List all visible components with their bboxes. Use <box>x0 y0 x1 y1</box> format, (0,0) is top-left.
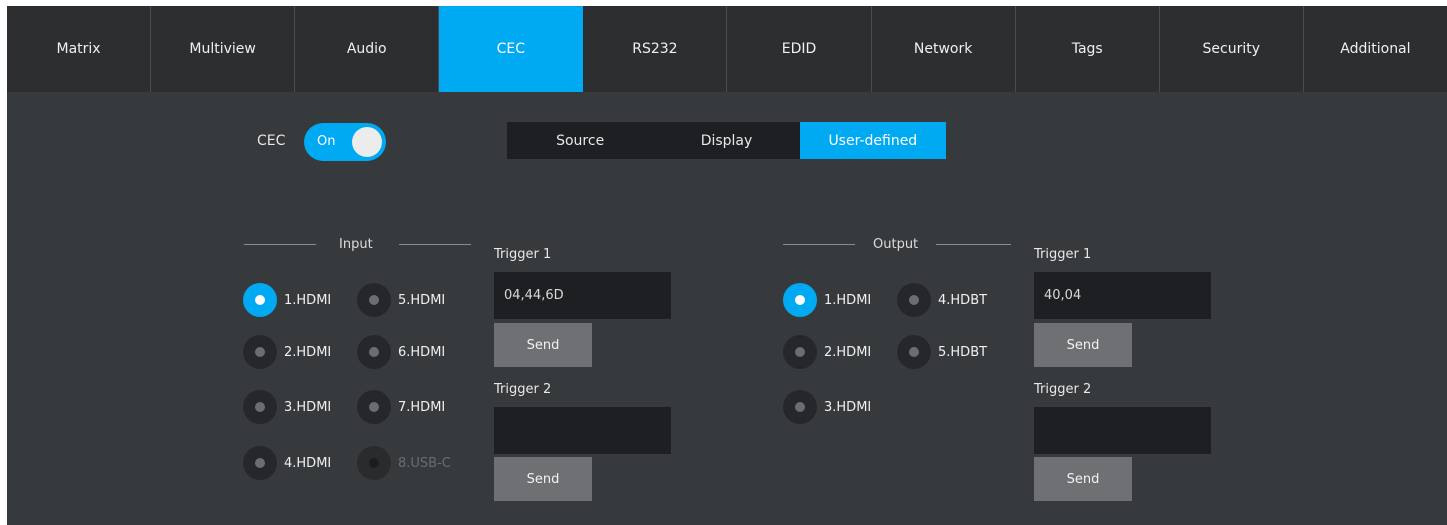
output-radio-3-hdmi[interactable]: 3.HDMI <box>783 390 871 424</box>
cec-mode-selector: Source Display User-defined <box>507 122 946 159</box>
cec-settings-panel: Matrix Multiview Audio CEC RS232 EDID Ne… <box>7 6 1447 525</box>
input-radio-6-hdmi[interactable]: 6.HDMI <box>357 335 445 369</box>
radio-label: 8.USB-C <box>398 455 451 471</box>
tab-audio[interactable]: Audio <box>295 6 440 92</box>
radio-dot <box>783 390 817 424</box>
input-title-rule-right <box>399 244 471 245</box>
output-trigger-1-send-button[interactable]: Send <box>1034 323 1132 367</box>
output-trigger-2-field[interactable] <box>1034 407 1211 454</box>
radio-dot <box>357 283 391 317</box>
radio-dot <box>243 390 277 424</box>
input-trigger-2-field[interactable] <box>494 407 671 454</box>
input-radio-8-usbc: 8.USB-C <box>357 446 451 480</box>
output-radio-5-hdbt[interactable]: 5.HDBT <box>897 335 987 369</box>
tab-network[interactable]: Network <box>872 6 1016 92</box>
input-title-rule-left <box>244 244 316 245</box>
main-tab-bar: Matrix Multiview Audio CEC RS232 EDID Ne… <box>7 6 1447 92</box>
input-trigger-1-label: Trigger 1 <box>494 247 552 262</box>
input-radio-7-hdmi[interactable]: 7.HDMI <box>357 390 445 424</box>
tab-tags[interactable]: Tags <box>1016 6 1160 92</box>
tab-matrix[interactable]: Matrix <box>7 6 152 92</box>
mode-tab-display[interactable]: Display <box>653 122 799 159</box>
mode-tab-source[interactable]: Source <box>507 122 653 159</box>
input-radio-1-hdmi[interactable]: 1.HDMI <box>243 283 331 317</box>
input-radio-2-hdmi[interactable]: 2.HDMI <box>243 335 331 369</box>
input-trigger-2-send-button[interactable]: Send <box>494 457 592 501</box>
input-radio-4-hdmi[interactable]: 4.HDMI <box>243 446 331 480</box>
output-trigger-1-field[interactable] <box>1034 272 1211 319</box>
radio-label: 6.HDMI <box>398 344 446 360</box>
input-trigger-2-label: Trigger 2 <box>494 382 552 397</box>
radio-label: 7.HDMI <box>398 399 446 415</box>
radio-label: 5.HDMI <box>398 292 446 308</box>
mode-tab-user-defined[interactable]: User-defined <box>799 122 946 159</box>
output-radio-2-hdmi[interactable]: 2.HDMI <box>783 335 871 369</box>
output-group-title: Output <box>873 237 919 252</box>
radio-label: 1.HDMI <box>824 292 872 308</box>
radio-label: 5.HDBT <box>938 344 988 360</box>
radio-dot <box>357 335 391 369</box>
output-radio-1-hdmi[interactable]: 1.HDMI <box>783 283 871 317</box>
radio-label: 4.HDBT <box>938 292 988 308</box>
radio-dot <box>357 446 391 480</box>
input-radio-3-hdmi[interactable]: 3.HDMI <box>243 390 331 424</box>
radio-dot <box>243 283 277 317</box>
tab-rs232[interactable]: RS232 <box>583 6 728 92</box>
radio-dot <box>897 335 931 369</box>
cec-toggle[interactable]: On <box>304 123 386 161</box>
radio-label: 4.HDMI <box>284 455 332 471</box>
tab-cec[interactable]: CEC <box>439 6 584 92</box>
radio-dot <box>243 446 277 480</box>
output-trigger-2-send-button[interactable]: Send <box>1034 457 1132 501</box>
radio-dot <box>783 283 817 317</box>
output-title-rule-left <box>783 244 855 245</box>
tab-security[interactable]: Security <box>1160 6 1304 92</box>
tab-multiview[interactable]: Multiview <box>151 6 296 92</box>
radio-dot <box>897 283 931 317</box>
cec-toggle-state: On <box>317 134 336 149</box>
cec-toggle-label: CEC <box>257 133 286 149</box>
input-trigger-1-send-button[interactable]: Send <box>494 323 592 367</box>
tab-additional[interactable]: Additional <box>1304 6 1447 92</box>
radio-dot <box>243 335 277 369</box>
radio-dot <box>357 390 391 424</box>
tab-edid[interactable]: EDID <box>727 6 872 92</box>
input-trigger-1-field[interactable] <box>494 272 671 319</box>
radio-label: 3.HDMI <box>824 399 872 415</box>
radio-label: 1.HDMI <box>284 292 332 308</box>
radio-label: 2.HDMI <box>284 344 332 360</box>
input-group-title: Input <box>339 237 373 252</box>
output-radio-4-hdbt[interactable]: 4.HDBT <box>897 283 987 317</box>
radio-label: 3.HDMI <box>284 399 332 415</box>
output-trigger-2-label: Trigger 2 <box>1034 382 1092 397</box>
output-title-rule-right <box>936 244 1011 245</box>
input-radio-5-hdmi[interactable]: 5.HDMI <box>357 283 445 317</box>
radio-dot <box>783 335 817 369</box>
radio-label: 2.HDMI <box>824 344 872 360</box>
toggle-knob <box>352 127 382 157</box>
output-trigger-1-label: Trigger 1 <box>1034 247 1092 262</box>
